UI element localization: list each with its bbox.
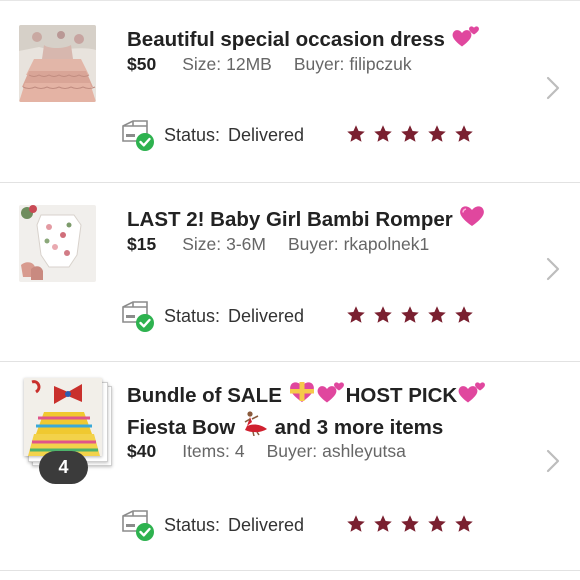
buyer-label: Buyer: <box>287 234 339 254</box>
status-label: Status: <box>164 515 221 535</box>
two-hearts-icon <box>457 379 487 404</box>
items-label: Items: <box>182 441 230 461</box>
star-icon <box>427 514 447 534</box>
star-icon <box>400 514 420 534</box>
buyer-name: filipczuk <box>349 54 412 74</box>
romper-thumbnail[interactable] <box>19 205 96 282</box>
price: $50 <box>127 54 157 74</box>
star-icon <box>400 305 420 325</box>
status-label: Status: <box>164 125 221 145</box>
star-icon <box>346 514 366 534</box>
order-item-2[interactable]: LAST 2! Baby Girl Bambi Romper $15 Size: 3… <box>0 183 580 362</box>
order-list: Beautiful special occasion dress $50 Size… <box>0 0 580 571</box>
order-item-1[interactable]: Beautiful special occasion dress $50 Size… <box>0 0 580 183</box>
chevron-right-icon[interactable] <box>546 449 560 473</box>
listing-title-text: LAST 2! Baby Girl Bambi Romper <box>127 208 453 231</box>
bundle-thumbnail <box>24 378 102 456</box>
size-value: 3-6M <box>226 234 266 254</box>
status-value: Delivered <box>228 515 305 535</box>
status-text: Status: Delivered <box>164 306 304 327</box>
order-meta: $50 Size: 12MB Buyer: filipczuk <box>127 54 412 75</box>
buyer-name: ashleyutsa <box>322 441 406 461</box>
listing-title-text: HOST PICK <box>345 384 458 407</box>
price: $15 <box>127 234 157 254</box>
size-label: Size: <box>182 54 222 74</box>
star-icon <box>373 305 393 325</box>
status-text: Status: Delivered <box>164 515 304 536</box>
star-icon <box>454 124 474 144</box>
star-icon <box>346 124 366 144</box>
rating-stars <box>346 514 481 539</box>
star-icon <box>427 305 447 325</box>
rating-stars <box>346 124 481 149</box>
status-label: Status: <box>164 306 221 326</box>
buyer-label: Buyer: <box>266 441 318 461</box>
listing-title-text: Fiesta Bow <box>127 416 236 439</box>
two-hearts-icon <box>316 379 346 404</box>
delivered-package-icon <box>120 300 156 334</box>
order-meta: $40 Items: 4 Buyer: ashleyutsa <box>127 441 406 462</box>
star-icon <box>454 305 474 325</box>
items-value: 4 <box>234 441 245 461</box>
order-item-3[interactable]: 4 Bundle of SALE HOST PICK Fiesta Bow an… <box>0 362 580 571</box>
order-meta: $15 Size: 3-6M Buyer: rkapolnek1 <box>127 234 429 255</box>
listing-title[interactable]: LAST 2! Baby Girl Bambi Romper <box>127 204 510 234</box>
delivered-package-icon <box>120 119 156 153</box>
heart-with-ribbon-icon <box>288 380 316 404</box>
listing-title[interactable]: Beautiful special occasion dress <box>127 23 510 54</box>
listing-title-text: and 3 more items <box>274 416 444 439</box>
delivered-package-icon <box>120 509 156 543</box>
star-icon <box>346 305 366 325</box>
status-value: Delivered <box>228 306 305 326</box>
buyer-name: rkapolnek1 <box>343 234 430 254</box>
sparkling-heart-icon <box>458 204 486 228</box>
star-icon <box>400 124 420 144</box>
status-value: Delivered <box>228 125 305 145</box>
size-label: Size: <box>182 234 222 254</box>
two-hearts-icon <box>451 23 481 48</box>
bundle-count-badge: 4 <box>39 451 88 484</box>
listing-title-text: Beautiful special occasion dress <box>127 28 445 51</box>
listing-title[interactable]: Bundle of SALE HOST PICK Fiesta Bow and … <box>127 379 510 442</box>
star-icon <box>454 514 474 534</box>
status-text: Status: Delivered <box>164 125 304 146</box>
chevron-right-icon[interactable] <box>546 257 560 281</box>
bundle-thumbnail-stack[interactable]: 4 <box>24 378 114 488</box>
chevron-right-icon[interactable] <box>546 76 560 100</box>
buyer-label: Buyer: <box>293 54 345 74</box>
price: $40 <box>127 441 157 461</box>
dancer-icon <box>241 410 269 436</box>
rating-stars <box>346 305 481 330</box>
size-value: 12MB <box>226 54 272 74</box>
star-icon <box>373 514 393 534</box>
listing-title-text: Bundle of SALE <box>127 384 282 407</box>
star-icon <box>373 124 393 144</box>
star-icon <box>427 124 447 144</box>
dress-thumbnail[interactable] <box>19 25 96 102</box>
